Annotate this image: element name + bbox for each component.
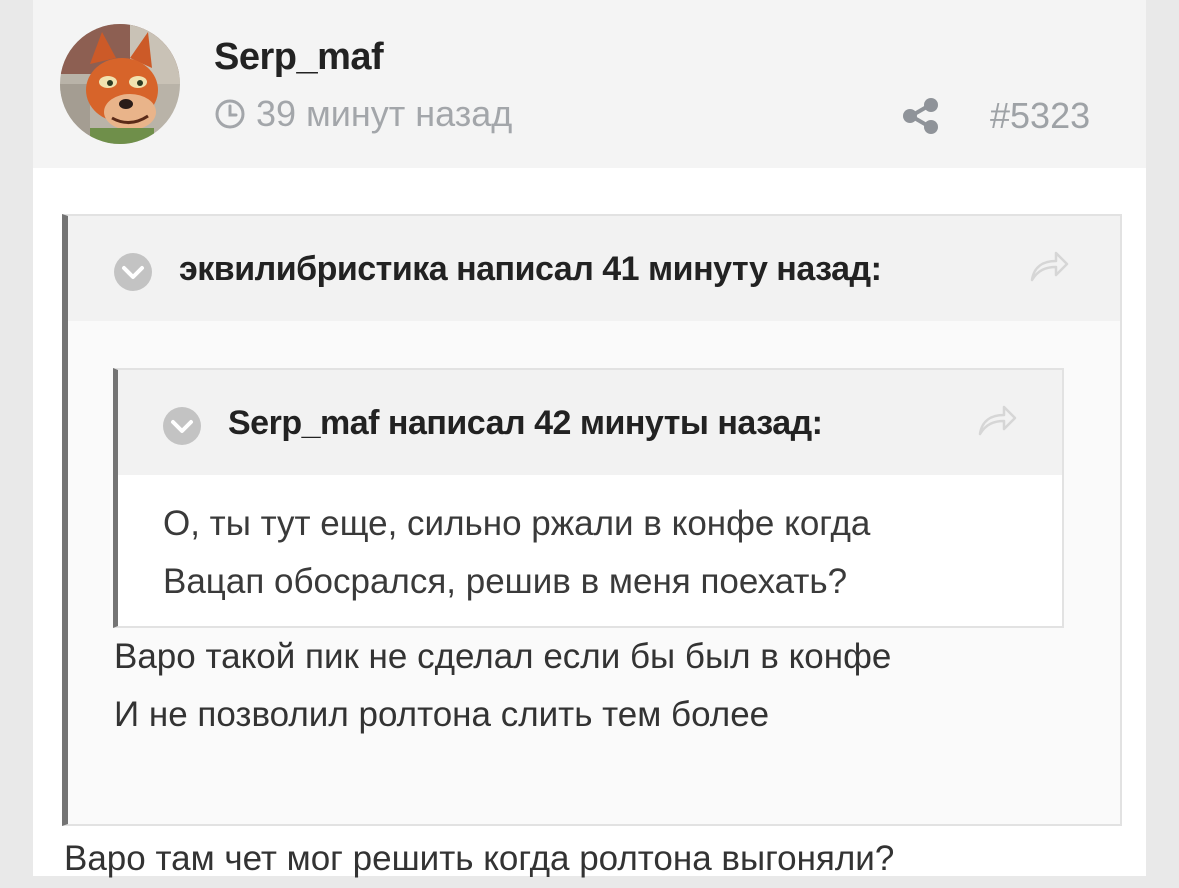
quote-block-inner: Serp_maf написал 42 минуты назад: О, ты … (113, 368, 1064, 628)
post-time-text: 39 минут назад (256, 93, 513, 134)
quote-line: О, ты тут еще, сильно ржали в конфе когд… (163, 504, 871, 543)
forum-post: Serp_maf 39 минут назад #5323 эквилибрис… (33, 0, 1146, 878)
quote-header-outer: эквилибристика написал 41 минуту назад: (68, 216, 1120, 321)
post-header: Serp_maf 39 минут назад #5323 (33, 0, 1146, 168)
author-name[interactable]: Serp_maf (214, 36, 384, 79)
collapse-chevron-icon[interactable] (162, 406, 202, 446)
share-icon[interactable] (901, 96, 941, 136)
post-body-text: Варо там чет мог решить когда ролтона вы… (64, 839, 895, 878)
avatar[interactable] (60, 24, 180, 144)
quote-block-outer: эквилибристика написал 41 минуту назад: … (62, 214, 1122, 826)
clock-icon (215, 99, 245, 129)
post-number-link[interactable]: #5323 (990, 95, 1090, 137)
quote-line: Варо такой пик не сделал если бы был в к… (114, 637, 892, 676)
quote-text-outer: Варо такой пик не сделал если бы был в к… (114, 628, 891, 744)
fox-avatar-image (60, 24, 180, 144)
quote-header-inner: Serp_maf написал 42 минуты назад: (118, 370, 1062, 475)
post-timestamp: 39 минут назад (214, 93, 512, 135)
quote-text-inner: О, ты тут еще, сильно ржали в конфе когд… (163, 495, 870, 611)
quote-author-line: эквилибристика написал 41 минуту назад: (179, 250, 882, 288)
quote-line: И не позволил ролтона слить тем более (114, 695, 770, 734)
go-to-quote-icon[interactable] (976, 402, 1018, 438)
collapse-chevron-icon[interactable] (113, 252, 153, 292)
quote-author-line: Serp_maf написал 42 минуты назад: (228, 404, 823, 442)
go-to-quote-icon[interactable] (1028, 248, 1070, 284)
quote-line: Вацап обосрался, решив в меня поехать? (163, 562, 848, 601)
